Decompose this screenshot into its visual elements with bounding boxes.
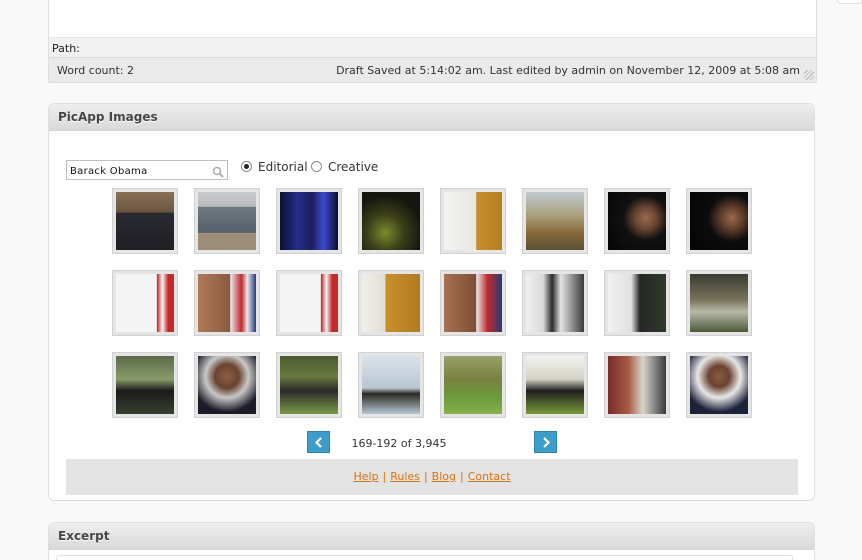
image-thumbnail[interactable] <box>440 270 506 336</box>
resize-handle[interactable] <box>804 70 814 80</box>
image-thumbnail[interactable] <box>276 188 342 254</box>
help-link[interactable]: Help <box>353 470 378 483</box>
image-thumbnail[interactable] <box>276 352 342 418</box>
excerpt-textarea[interactable] <box>56 555 793 560</box>
picapp-images-box: PicApp Images Editorial Creative 169-192… <box>48 103 815 501</box>
editor-status-bar: Word count: 2 Draft Saved at 5:14:02 am.… <box>49 57 816 82</box>
link-separator: | <box>460 470 464 483</box>
image-thumbnail[interactable] <box>604 270 670 336</box>
image-thumbnail[interactable] <box>194 188 260 254</box>
image-thumbnail[interactable] <box>686 270 752 336</box>
chevron-left-icon <box>314 437 322 448</box>
pagination-status: 169-192 of 3,945 <box>351 437 447 450</box>
image-thumbnail[interactable] <box>112 270 178 336</box>
image-thumbnail[interactable] <box>522 270 588 336</box>
radio-creative[interactable] <box>311 161 322 172</box>
image-thumbnail[interactable] <box>440 352 506 418</box>
radio-creative-label[interactable]: Creative <box>328 160 378 174</box>
chevron-right-icon <box>543 437 551 448</box>
image-thumbnail[interactable] <box>112 352 178 418</box>
contact-link[interactable]: Contact <box>468 470 511 483</box>
search-icon[interactable] <box>212 163 224 178</box>
excerpt-box: Excerpt <box>48 522 815 560</box>
image-thumbnail[interactable] <box>358 352 424 418</box>
image-thumbnail[interactable] <box>440 188 506 254</box>
draft-status: Draft Saved at 5:14:02 am. Last edited b… <box>336 64 800 77</box>
image-thumbnail[interactable] <box>522 352 588 418</box>
editor-area: Path: Word count: 2 Draft Saved at 5:14:… <box>48 0 817 83</box>
image-thumbnail[interactable] <box>358 270 424 336</box>
image-thumbnail[interactable] <box>112 188 178 254</box>
editor-path: Path: <box>49 37 816 57</box>
radio-editorial-label[interactable]: Editorial <box>258 160 308 174</box>
image-thumbnail[interactable] <box>358 188 424 254</box>
image-thumbnail[interactable] <box>604 352 670 418</box>
word-count: Word count: 2 <box>57 64 135 77</box>
image-thumbnail[interactable] <box>276 270 342 336</box>
picapp-title[interactable]: PicApp Images <box>49 104 814 131</box>
image-thumbnail[interactable] <box>686 188 752 254</box>
blog-link[interactable]: Blog <box>432 470 456 483</box>
image-thumbnail[interactable] <box>194 352 260 418</box>
prev-page-button[interactable] <box>307 431 330 453</box>
side-panel-edge <box>837 0 862 4</box>
image-thumbnail[interactable] <box>194 270 260 336</box>
radio-editorial[interactable] <box>241 161 252 172</box>
rules-link[interactable]: Rules <box>390 470 420 483</box>
link-separator: | <box>423 470 428 483</box>
image-thumbnail[interactable] <box>604 188 670 254</box>
image-thumbnail[interactable] <box>522 188 588 254</box>
picapp-footer: Help | Rules | Blog | Contact <box>66 459 798 495</box>
image-thumbnail[interactable] <box>686 352 752 418</box>
search-input[interactable] <box>66 160 228 180</box>
link-separator: | <box>382 470 387 483</box>
excerpt-title[interactable]: Excerpt <box>49 523 814 550</box>
next-page-button[interactable] <box>534 431 557 453</box>
